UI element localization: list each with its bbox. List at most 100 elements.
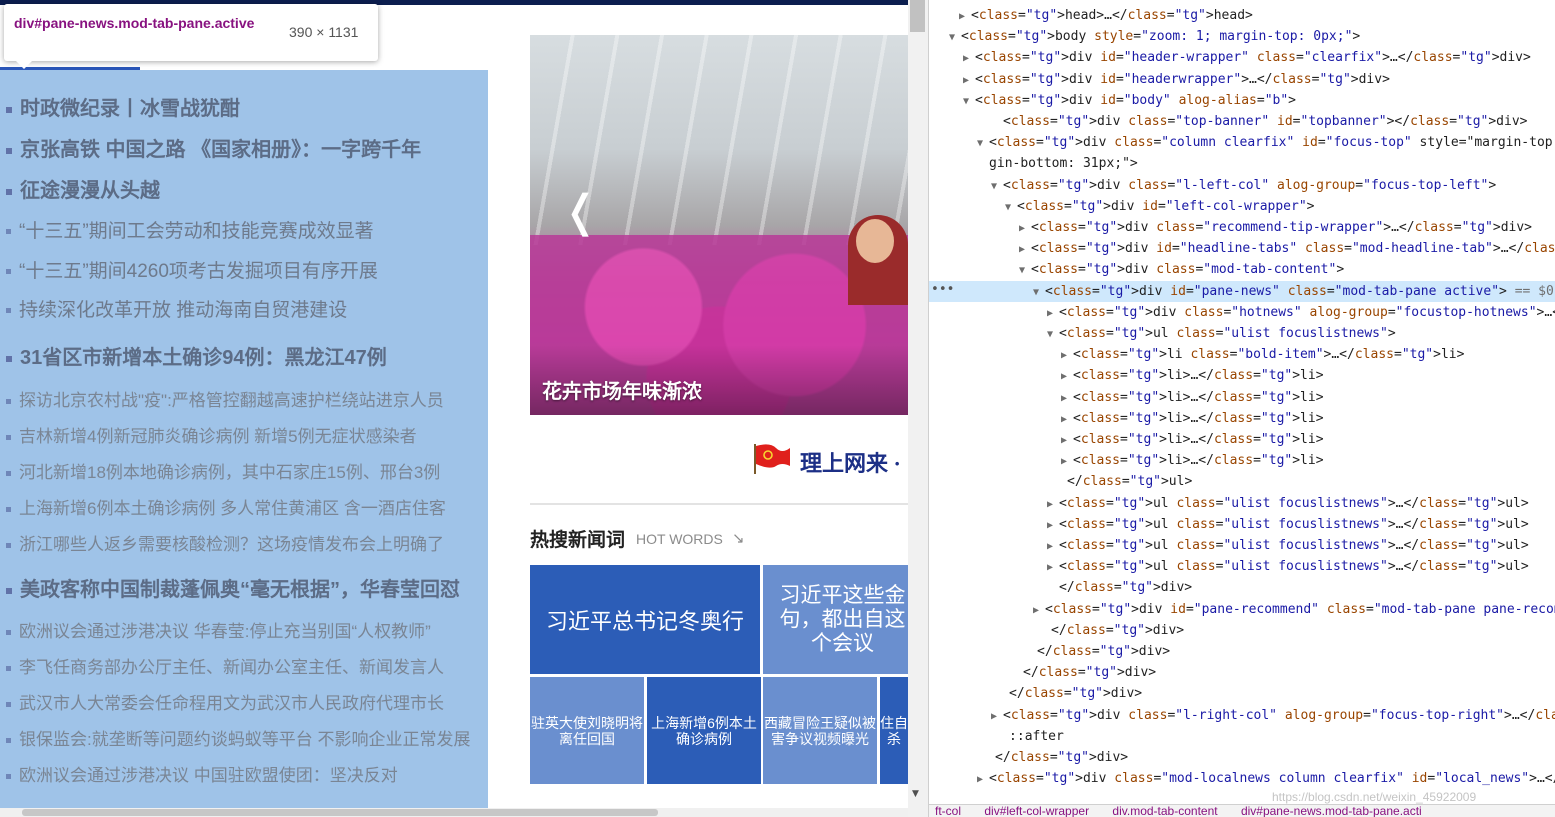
banner-link[interactable]: 理上网来 · bbox=[800, 446, 901, 478]
dom-node[interactable]: </class="tg">div> bbox=[929, 683, 1555, 704]
dom-node[interactable]: ::after bbox=[929, 726, 1555, 747]
expand-triangle-icon[interactable]: ▶ bbox=[1061, 414, 1073, 425]
scroll-down-arrow-icon[interactable]: ▼ bbox=[912, 789, 919, 799]
collapse-triangle-icon[interactable]: ▼ bbox=[963, 96, 975, 107]
dom-node[interactable]: ▶ <class="tg">ul class="ulist focuslistn… bbox=[929, 535, 1555, 556]
news-item[interactable]: 浙江哪些人返乡需要核酸检测？这场疫情发布会上明确了 bbox=[0, 530, 444, 555]
hotword-tile[interactable]: 驻英大使刘晓明将离任回国 bbox=[530, 677, 644, 784]
breadcrumb-item[interactable]: div.mod-tab-content bbox=[1112, 805, 1217, 817]
carousel-caption[interactable]: 花卉市场年味渐浓 bbox=[542, 375, 702, 404]
expand-triangle-icon[interactable]: ▶ bbox=[1061, 371, 1073, 382]
expand-triangle-icon[interactable]: ▶ bbox=[1061, 435, 1073, 446]
news-item[interactable]: “十三五”期间4260项考古发掘项目有序开展 bbox=[0, 256, 378, 283]
news-item[interactable]: 持续深化改革开放 推动海南自贸港建设 bbox=[0, 295, 347, 322]
dom-node[interactable]: ▼ <class="tg">div id="body" alog-alias="… bbox=[929, 90, 1555, 111]
dom-node[interactable]: ▶ <class="tg">div id="headerwrapper">…</… bbox=[929, 69, 1555, 90]
news-item[interactable]: 时政微纪录丨冰雪战犹酣 bbox=[0, 92, 240, 121]
dom-node[interactable]: ▶ <class="tg">li class="bold-item">…</cl… bbox=[929, 344, 1555, 365]
dom-node[interactable]: ▶ <class="tg">div class="hotnews" alog-g… bbox=[929, 302, 1555, 323]
expand-triangle-icon[interactable]: ▶ bbox=[1061, 393, 1073, 404]
news-item[interactable]: 京张高铁 中国之路 《国家相册》：一字跨千年 bbox=[0, 133, 421, 162]
expand-triangle-icon[interactable]: ▶ bbox=[959, 11, 971, 22]
news-item[interactable]: 河北新增18例本地确诊病例，其中石家庄15例、邢台3例 bbox=[0, 458, 440, 483]
dom-node[interactable]: ▶ <class="tg">ul class="ulist focuslistn… bbox=[929, 556, 1555, 577]
dom-node[interactable]: ▶ <class="tg">li>…</class="tg">li> bbox=[929, 408, 1555, 429]
expand-triangle-icon[interactable]: ▶ bbox=[1061, 350, 1073, 361]
dom-node[interactable]: ▶ <class="tg">ul class="ulist focuslistn… bbox=[929, 514, 1555, 535]
dom-node[interactable]: </class="tg">div> bbox=[929, 747, 1555, 768]
dom-node[interactable]: ▶ <class="tg">li>…</class="tg">li> bbox=[929, 429, 1555, 450]
dom-node[interactable]: </class="tg">div> bbox=[929, 662, 1555, 683]
dom-node[interactable]: ▶ <class="tg">li>…</class="tg">li> bbox=[929, 365, 1555, 386]
news-item[interactable]: 探访北京农村战"疫":严格管控翻越高速护栏绕站进京人员 bbox=[0, 386, 444, 411]
dom-node[interactable]: ▶ <class="tg">div class="mod-localnews c… bbox=[929, 768, 1555, 789]
dom-node[interactable]: ▼ <class="tg">div class="mod-tab-content… bbox=[929, 259, 1555, 280]
collapse-triangle-icon[interactable]: ▼ bbox=[1047, 329, 1059, 340]
collapse-triangle-icon[interactable]: ▼ bbox=[949, 32, 961, 43]
photo-carousel[interactable]: ❬ 花卉市场年味渐浓 bbox=[530, 35, 908, 415]
news-item[interactable]: 美政客称中国制裁蓬佩奥“毫无根据”，华春莹回怼 bbox=[0, 573, 460, 602]
dom-node[interactable]: <class="tg">div class="top-banner" id="t… bbox=[929, 111, 1555, 132]
dom-node-selected[interactable]: ▼ <class="tg">div id="pane-news" class="… bbox=[929, 280, 1555, 302]
page-vertical-scrollbar-thumb[interactable] bbox=[910, 0, 925, 32]
expand-triangle-icon[interactable]: ▶ bbox=[963, 53, 975, 64]
news-item[interactable]: “十三五”期间工会劳动和技能竞赛成效显著 bbox=[0, 216, 374, 243]
expand-triangle-icon[interactable]: ▶ bbox=[1047, 541, 1059, 552]
dom-node[interactable]: ▶ <class="tg">head>…</class="tg">head> bbox=[929, 5, 1555, 26]
collapse-triangle-icon[interactable]: ▼ bbox=[991, 181, 1003, 192]
dom-node[interactable]: ▶ <class="tg">div id="header-wrapper" cl… bbox=[929, 47, 1555, 68]
breadcrumb-item[interactable]: div#pane-news.mod-tab-pane.acti bbox=[1241, 805, 1422, 817]
page-vertical-scrollbar[interactable] bbox=[908, 0, 928, 817]
breadcrumb-item[interactable]: div#left-col-wrapper bbox=[984, 805, 1089, 817]
news-item[interactable]: 征途漫漫从头越 bbox=[0, 174, 160, 203]
node-actions-ellipsis-icon[interactable]: ••• bbox=[931, 282, 954, 297]
dom-node[interactable]: ▶ <class="tg">div id="pane-recommend" cl… bbox=[929, 599, 1555, 620]
collapse-triangle-icon[interactable]: ▼ bbox=[1005, 202, 1017, 213]
dom-node[interactable]: gin-bottom: 31px;"> bbox=[929, 153, 1555, 174]
news-item[interactable]: 李飞任商务部办公厅主任、新闻办公室主任、新闻发言人 bbox=[0, 653, 444, 678]
news-item[interactable]: 吉林新增4例新冠肺炎确诊病例 新增5例无症状感染者 bbox=[0, 422, 417, 447]
dom-node[interactable]: ▶ <class="tg">ul class="ulist focuslistn… bbox=[929, 493, 1555, 514]
news-item[interactable]: 31省区市新增本土确诊94例：黑龙江47例 bbox=[0, 341, 387, 370]
expand-triangle-icon[interactable]: ▶ bbox=[1033, 605, 1045, 616]
dom-node[interactable]: </class="tg">div> bbox=[929, 641, 1555, 662]
collapse-triangle-icon[interactable]: ▼ bbox=[977, 138, 989, 149]
hotword-tile[interactable]: 上海新增6例本土确诊病例 bbox=[647, 677, 761, 784]
dom-node[interactable]: ▶ <class="tg">li>…</class="tg">li> bbox=[929, 387, 1555, 408]
breadcrumb-item[interactable]: ft-col bbox=[935, 805, 961, 817]
collapse-triangle-icon[interactable]: ▼ bbox=[1019, 265, 1031, 276]
expand-triangle-icon[interactable]: ▶ bbox=[1047, 562, 1059, 573]
hotword-tile[interactable]: 习近平这些金句，都出自这个会议 bbox=[763, 565, 908, 674]
carousel-prev-button[interactable]: ❬ bbox=[562, 190, 599, 234]
news-item[interactable]: 欧洲议会通过涉港决议 中国驻欧盟使团：坚决反对 bbox=[0, 761, 398, 786]
news-item[interactable]: 武汉市人大常委会任命程用文为武汉市人民政府代理市长 bbox=[0, 689, 444, 714]
dom-node[interactable]: ▼ <class="tg">div class="column clearfix… bbox=[929, 132, 1555, 153]
dom-node[interactable]: </class="tg">div> bbox=[929, 620, 1555, 641]
expand-triangle-icon[interactable]: ▶ bbox=[1047, 308, 1059, 319]
expand-triangle-icon[interactable]: ▶ bbox=[977, 774, 989, 785]
expand-triangle-icon[interactable]: ▶ bbox=[1019, 244, 1031, 255]
hotword-tile[interactable]: 习近平总书记冬奥行 bbox=[530, 565, 760, 674]
dom-node[interactable]: ▼ <class="tg">body style="zoom: 1; margi… bbox=[929, 26, 1555, 47]
news-item[interactable]: 上海新增6例本土确诊病例 多人常住黄浦区 含一酒店住客 bbox=[0, 494, 446, 519]
dom-node[interactable]: ▼ <class="tg">ul class="ulist focuslistn… bbox=[929, 323, 1555, 344]
dom-node[interactable]: ▼ <class="tg">div id="left-col-wrapper"> bbox=[929, 196, 1555, 217]
dom-node[interactable]: ▶ <class="tg">div class="l-right-col" al… bbox=[929, 705, 1555, 726]
dom-node[interactable]: ▶ <class="tg">div id="headline-tabs" cla… bbox=[929, 238, 1555, 259]
expand-triangle-icon[interactable]: ▶ bbox=[1047, 520, 1059, 531]
hotword-tile[interactable]: 住自杀 bbox=[880, 677, 908, 784]
collapse-triangle-icon[interactable]: ▼ bbox=[1033, 287, 1045, 298]
hotword-tile[interactable]: 西藏冒险王疑似被害争议视频曝光 bbox=[763, 677, 877, 784]
expand-triangle-icon[interactable]: ▶ bbox=[1047, 499, 1059, 510]
expand-triangle-icon[interactable]: ▶ bbox=[963, 75, 975, 86]
expand-triangle-icon[interactable]: ▶ bbox=[1061, 456, 1073, 467]
page-horizontal-scrollbar-thumb[interactable] bbox=[22, 809, 658, 816]
dom-node[interactable]: ▶ <class="tg">div class="recommend-tip-w… bbox=[929, 217, 1555, 238]
expand-triangle-icon[interactable]: ▶ bbox=[991, 711, 1003, 722]
news-item[interactable]: 欧洲议会通过涉港决议 华春莹:停止充当别国“人权教师” bbox=[0, 617, 431, 642]
news-item[interactable]: 银保监会:就垄断等问题约谈蚂蚁等平台 不影响企业正常发展 bbox=[0, 725, 470, 750]
expand-triangle-icon[interactable]: ▶ bbox=[1019, 223, 1031, 234]
dom-node[interactable]: </class="tg">ul> bbox=[929, 471, 1555, 492]
dom-node[interactable]: ▶ <class="tg">li>…</class="tg">li> bbox=[929, 450, 1555, 471]
dom-node[interactable]: </class="tg">div> bbox=[929, 577, 1555, 598]
